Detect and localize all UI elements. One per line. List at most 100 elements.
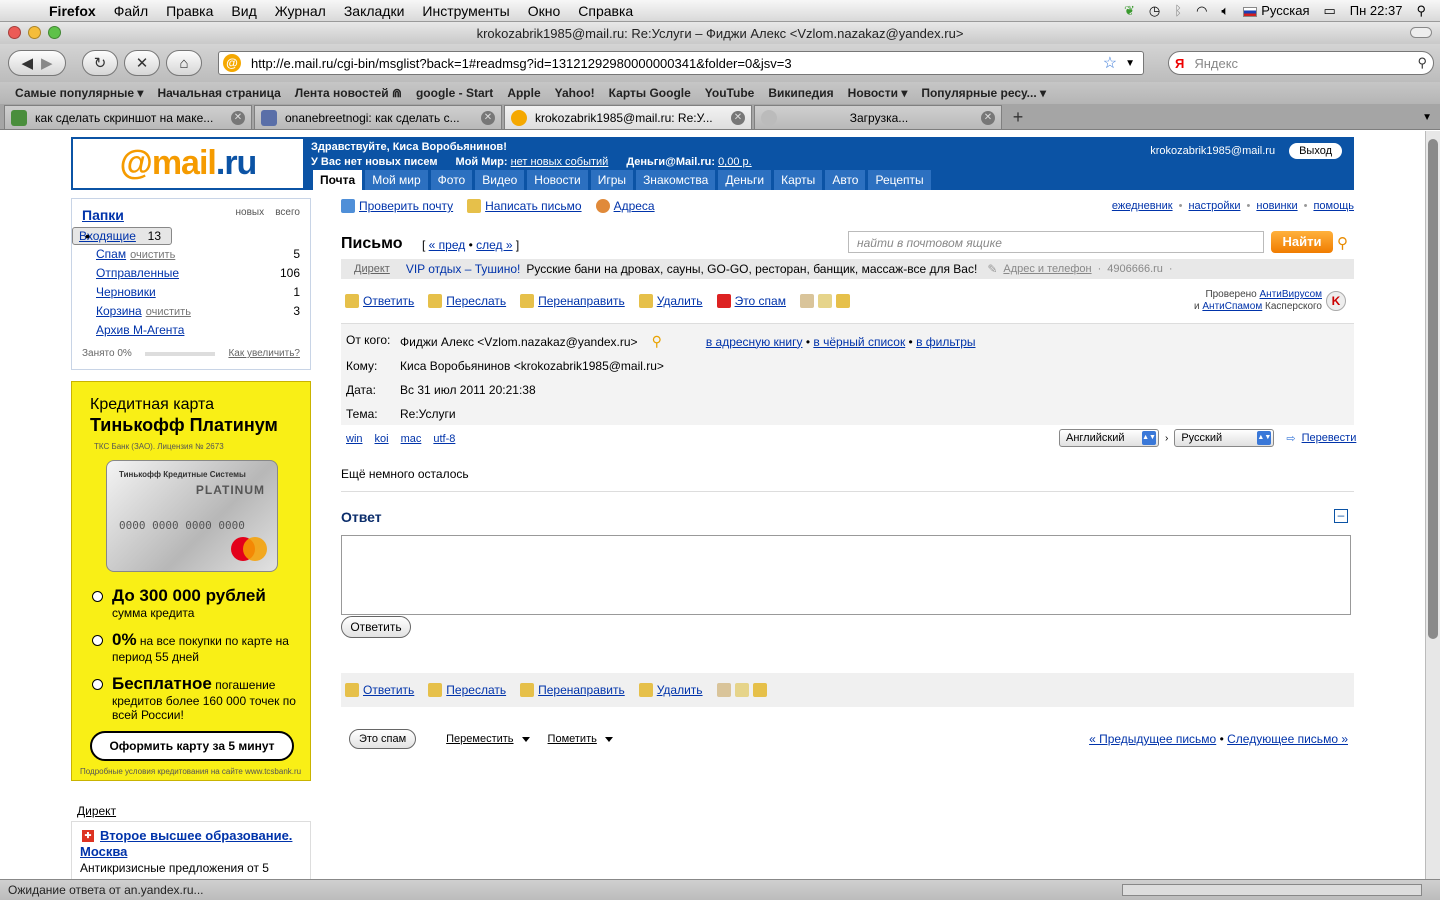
url-text[interactable]: http://e.mail.ru/cgi-bin/msglist?back=1#… <box>251 56 1103 71</box>
folder-name[interactable]: Корзина <box>96 304 142 318</box>
spotlight-icon[interactable]: ⚲ <box>1416 3 1426 19</box>
close-tab-icon[interactable]: ✕ <box>481 110 495 125</box>
translate-link[interactable]: Перевести <box>1302 432 1357 444</box>
search-bar-input[interactable]: Яндекс <box>1194 56 1417 71</box>
direkt-title[interactable]: Директ <box>77 804 116 818</box>
minimize-window-button[interactable] <box>28 26 41 39</box>
previous-letter-link[interactable]: « Предыдущее письмо <box>1089 732 1216 746</box>
delete-button[interactable]: Удалить <box>638 294 703 308</box>
menu-help[interactable]: Справка <box>569 3 642 19</box>
diary-link[interactable]: ежедневник <box>1112 200 1173 212</box>
forward-button-bottom[interactable]: Переслать <box>428 683 506 697</box>
settings-link[interactable]: настройки <box>1188 200 1240 212</box>
lang-from-select[interactable]: Английский ▲▼ <box>1059 429 1159 447</box>
menu-bookmarks[interactable]: Закладки <box>335 3 414 19</box>
close-tab-icon[interactable]: ✕ <box>731 110 745 125</box>
time-machine-icon[interactable]: ◷ <box>1149 3 1160 19</box>
prev-message-link[interactable]: « пред <box>429 238 466 252</box>
find-button[interactable]: Найти <box>1271 231 1333 253</box>
save-button-bottom[interactable] <box>752 683 767 697</box>
service-tab-myworld[interactable]: Мой мир <box>365 170 428 190</box>
direkt-line-ad[interactable]: Директ VIP отдых – Тушино! Русские бани … <box>341 259 1354 279</box>
tab-mail-active[interactable]: krokozabrik1985@mail.ru: Re:У... ✕ <box>504 105 752 129</box>
folder-agent-archive[interactable]: Архив М-Агента <box>72 321 310 340</box>
encoding-win[interactable]: win <box>346 433 363 445</box>
folder-trash[interactable]: Корзина очистить 3 <box>72 302 310 321</box>
menu-app[interactable]: Firefox <box>40 3 105 19</box>
write-letter-button[interactable]: Написать письмо <box>467 199 582 213</box>
close-window-button[interactable] <box>8 26 21 39</box>
encoding-utf8[interactable]: utf-8 <box>433 433 455 445</box>
myworld-link[interactable]: нет новых событий <box>511 156 609 168</box>
close-tab-icon[interactable]: ✕ <box>981 110 995 125</box>
service-tab-money[interactable]: Деньги <box>718 170 772 190</box>
bookmark-google-maps[interactable]: Карты Google <box>602 86 698 100</box>
evernote-icon[interactable]: ❦ <box>1124 3 1135 19</box>
save-button[interactable] <box>835 294 850 308</box>
back-icon[interactable]: ◀ <box>21 54 33 72</box>
close-tab-icon[interactable]: ✕ <box>231 110 245 125</box>
tinkoff-ad[interactable]: Кредитная карта Тинькофф Платинум ТКС Ба… <box>71 381 311 781</box>
folder-name[interactable]: Архив М-Агента <box>96 323 184 337</box>
battery-icon[interactable]: ▭ <box>1324 3 1336 19</box>
service-tab-maps[interactable]: Карты <box>774 170 823 190</box>
menu-view[interactable]: Вид <box>222 3 265 19</box>
addresses-button[interactable]: Адреса <box>595 199 655 213</box>
logout-button[interactable]: Выход <box>1289 143 1342 159</box>
increase-quota-link[interactable]: Как увеличить? <box>228 348 300 359</box>
lang-to-select[interactable]: Русский ▲▼ <box>1174 429 1275 447</box>
page-scrollbar[interactable] <box>1425 131 1440 879</box>
zoom-window-button[interactable] <box>48 26 61 39</box>
menu-edit[interactable]: Правка <box>157 3 222 19</box>
yandex-engine-icon[interactable]: Я <box>1175 56 1184 71</box>
wifi-icon[interactable]: ◠ <box>1196 3 1207 19</box>
folder-spam[interactable]: Спам очистить 5 <box>72 245 310 264</box>
bookmark-news[interactable]: Новости ▾ <box>841 86 915 100</box>
add-to-addressbook-link[interactable]: в адресную книгу <box>706 335 803 349</box>
input-language[interactable]: Русская <box>1243 3 1310 18</box>
bookmark-start-page[interactable]: Начальная страница <box>150 86 287 100</box>
menu-tools[interactable]: Инструменты <box>413 3 518 19</box>
send-reply-button[interactable]: Ответить <box>341 616 411 638</box>
url-history-dropdown-icon[interactable]: ▼ <box>1125 58 1135 69</box>
bookmark-yahoo[interactable]: Yahoo! <box>548 86 602 100</box>
next-message-link[interactable]: след » <box>476 238 512 252</box>
antispam-link[interactable]: АнтиСпамом <box>1202 301 1262 312</box>
bookmark-google-start[interactable]: google - Start <box>409 86 500 100</box>
service-tab-games[interactable]: Игры <box>590 170 634 190</box>
bluetooth-icon[interactable]: ᛒ <box>1174 3 1182 18</box>
menu-file[interactable]: Файл <box>105 3 157 19</box>
direkt-headline[interactable]: ✚ Второе высшее образование. <box>80 828 302 844</box>
folder-drafts[interactable]: Черновики 1 <box>72 283 310 302</box>
direkt-line-title[interactable]: VIP отдых – Тушино! <box>406 262 521 276</box>
antivirus-link[interactable]: АнтиВирусом <box>1260 289 1323 300</box>
clear-trash-link[interactable]: очистить <box>146 306 191 318</box>
bookmark-most-visited[interactable]: Самые популярные ▾ <box>8 86 150 100</box>
folder-name[interactable]: Черновики <box>96 285 156 299</box>
service-tab-news[interactable]: Новости <box>527 170 588 190</box>
service-tab-photo[interactable]: Фото <box>430 170 473 190</box>
add-to-filters-link[interactable]: в фильтры <box>916 335 975 349</box>
spam-button[interactable]: Это спам <box>716 294 786 308</box>
reply-button[interactable]: Ответить <box>345 294 414 308</box>
service-tab-dating[interactable]: Знакомства <box>636 170 716 190</box>
encoding-mac[interactable]: mac <box>401 433 422 445</box>
encoding-koi[interactable]: koi <box>375 433 389 445</box>
tab-onanebreetnogi[interactable]: onanebreetnogi: как сделать с... ✕ <box>254 105 502 129</box>
tab-screenshot-mac[interactable]: как сделать скриншот на маке... ✕ <box>4 105 252 129</box>
print-button[interactable] <box>799 294 814 308</box>
bookmark-wikipedia[interactable]: Википедия <box>761 86 840 100</box>
delete-button-bottom[interactable]: Удалить <box>638 683 703 697</box>
check-mail-button[interactable]: Проверить почту <box>341 199 453 213</box>
menu-window[interactable]: Окно <box>519 3 570 19</box>
service-tab-recipes[interactable]: Рецепты <box>868 170 931 190</box>
address-phone-link[interactable]: Адрес и телефон <box>1003 263 1091 275</box>
service-tab-auto[interactable]: Авто <box>825 170 866 190</box>
money-link[interactable]: 0,00 р. <box>718 156 752 168</box>
sender-search-icon[interactable]: ⚲ <box>652 333 662 350</box>
collapse-reply-button[interactable]: – <box>1334 509 1348 523</box>
reply-textarea[interactable] <box>341 535 1351 615</box>
folder-name[interactable]: Спам <box>96 247 126 261</box>
rfc-button-bottom[interactable] <box>734 683 749 697</box>
bookmark-youtube[interactable]: YouTube <box>698 86 762 100</box>
